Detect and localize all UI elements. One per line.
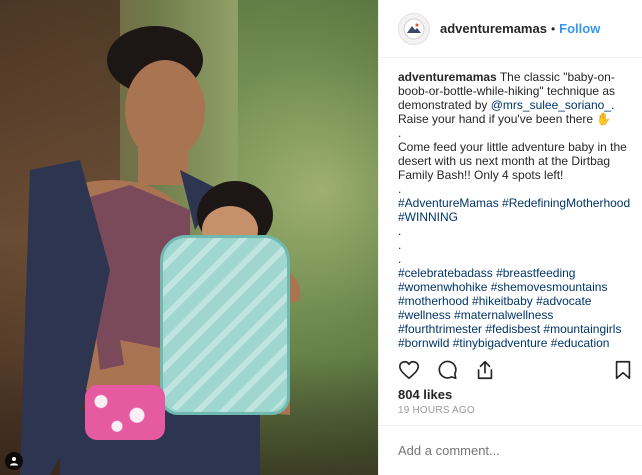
post-timestamp[interactable]: 19 HOURS AGO [398, 405, 475, 416]
comment-bar [379, 425, 642, 475]
post-header: adventuremamas • Follow [379, 0, 642, 58]
caption-dot-2: . [398, 182, 402, 196]
follow-button[interactable]: Follow [559, 21, 600, 36]
caption-hashtags-2[interactable]: #celebratebadass #breastfeeding #womenwh… [398, 266, 634, 350]
pink-pattern [85, 385, 165, 440]
heart-icon[interactable] [398, 359, 420, 381]
post-photo[interactable] [0, 0, 378, 475]
post-sidebar: adventuremamas • Follow adventuremamas T… [378, 0, 642, 475]
comment-input[interactable] [398, 443, 618, 458]
carrier-pattern [163, 238, 287, 412]
caption-line-3: Come feed your little adventure baby in … [398, 140, 627, 182]
tagged-user-icon[interactable] [5, 452, 23, 470]
caption-dot-5: . [398, 252, 402, 266]
caption-dot-4: . [398, 238, 402, 252]
caption-text-1-end: . [610, 98, 615, 112]
like-count[interactable]: 804 likes [398, 387, 452, 402]
brand-logo-icon [403, 18, 425, 39]
person-icon [10, 457, 18, 466]
caption-dot-1: . [398, 126, 402, 140]
caption-hashtags-1[interactable]: #AdventureMamas #RedefiningMotherhood #W… [398, 196, 634, 224]
comment-icon[interactable] [436, 359, 458, 381]
pink-pocket [85, 385, 165, 440]
caption-line-2: Raise your hand if you've been there ✋ [398, 112, 612, 126]
caption-line-1: adventuremamas The classic "baby-on-boob… [398, 70, 634, 112]
header-separator: • [550, 21, 556, 36]
baby-carrier [160, 235, 290, 415]
share-icon[interactable] [474, 359, 496, 381]
post-caption: adventuremamas The classic "baby-on-boob… [398, 70, 634, 350]
action-bar [398, 358, 634, 382]
bookmark-icon[interactable] [612, 359, 634, 381]
caption-dot-3: . [398, 224, 402, 238]
avatar[interactable] [398, 12, 430, 45]
header-username[interactable]: adventuremamas [440, 21, 547, 36]
caption-mention-link[interactable]: @mrs_sulee_soriano_ [491, 98, 611, 112]
caption-author[interactable]: adventuremamas [398, 70, 497, 84]
